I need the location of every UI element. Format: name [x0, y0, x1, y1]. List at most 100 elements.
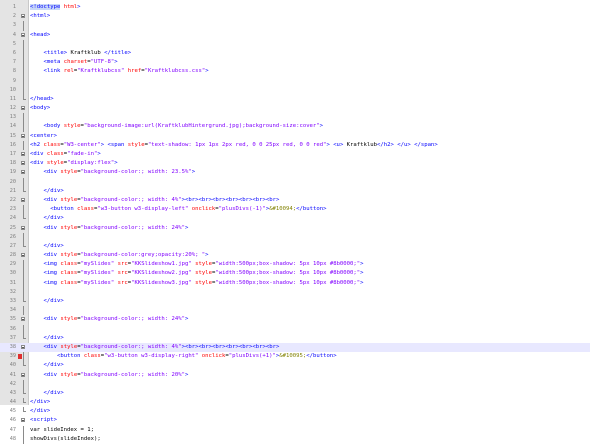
code-text[interactable]: var slideIndex = 1; [30, 426, 94, 435]
code-line[interactable]: 12 <body> [0, 104, 590, 113]
code-line[interactable]: 22 <div style="background-color:; width:… [0, 196, 590, 205]
code-text[interactable]: </div> [30, 187, 63, 196]
code-line[interactable]: 21 </div> [0, 186, 590, 196]
code-line[interactable]: 38 <div style="background-color:; width:… [0, 342, 590, 353]
code-line[interactable]: 16 <h2 class="W3-center"> <span style="te… [0, 140, 590, 150]
code-line[interactable]: 7 <meta charset="UTF-8"> [0, 58, 590, 68]
code-line[interactable]: 3 [0, 21, 590, 31]
code-text[interactable]: <!doctype html> [30, 3, 81, 12]
fold-toggle-icon[interactable] [21, 14, 25, 19]
code-text[interactable]: <div style="background-color:; width: 4%… [30, 343, 279, 352]
code-text[interactable]: <div style="background-color:grey;opacit… [30, 251, 208, 260]
code-line[interactable]: 25 <div style="background-color:; width:… [0, 224, 590, 233]
code-line[interactable]: 41 <div style="background-color:; width:… [0, 371, 590, 380]
code-editor[interactable]: 1 <!doctype html> 2 <html> 3 4 <head> 5 6 <title… [0, 0, 590, 444]
code-text[interactable]: <div style="background-color:; width: 24… [30, 224, 188, 233]
code-line[interactable]: 10 [0, 85, 590, 95]
code-text[interactable]: <div style="background-color:; width: 20… [30, 371, 188, 380]
code-line[interactable]: 36 [0, 324, 590, 334]
code-text[interactable]: <head> [30, 31, 50, 40]
code-line[interactable]: 37 </div> [0, 333, 590, 343]
code-line[interactable]: 2 <html> [0, 12, 590, 21]
code-line[interactable]: 15 <center> [0, 132, 590, 141]
code-line[interactable]: 46 <script> [0, 416, 590, 425]
fold-toggle-icon[interactable] [21, 418, 25, 423]
bookmark-marker-icon[interactable] [18, 354, 22, 360]
code-text[interactable]: <link rel="Kraftklubcss" href="Kraftklub… [30, 67, 208, 76]
code-text[interactable]: </div> [30, 398, 50, 407]
code-line[interactable]: 35 <div style="background-color:; width:… [0, 315, 590, 324]
code-text[interactable]: </div> [30, 334, 63, 343]
code-text[interactable]: <meta charset="UTF-8"> [30, 58, 117, 67]
fold-toggle-icon[interactable] [21, 106, 25, 111]
code-line[interactable]: 32 [0, 287, 590, 297]
code-text[interactable]: <body style="background-image:url(Kraftk… [30, 122, 323, 131]
code-line[interactable]: 23 <button class="w3-button w3-display-l… [0, 205, 590, 215]
code-line[interactable]: 42 [0, 379, 590, 389]
code-text[interactable]: <h2 class="W3-center"> <span style="text… [30, 141, 438, 150]
code-line[interactable]: 27 </div> [0, 241, 590, 251]
code-text[interactable]: <div class="fade-in"> [30, 150, 101, 159]
code-line[interactable]: 17 <div class="fade-in"> [0, 150, 590, 159]
code-text[interactable]: <title> Kraftklub </title> [30, 49, 131, 58]
code-text[interactable]: </div> [30, 389, 63, 398]
fold-toggle-icon[interactable] [21, 32, 25, 37]
code-text[interactable]: <body> [30, 104, 50, 113]
fold-toggle-icon[interactable] [21, 344, 25, 349]
code-text[interactable]: </head> [30, 95, 54, 104]
code-text[interactable]: <center> [30, 132, 57, 141]
code-line[interactable]: 44 </div> [0, 398, 590, 407]
code-line[interactable]: 24 </div> [0, 214, 590, 223]
code-text[interactable]: <img class="mySlides" src="KKSlideshow3.… [30, 279, 363, 288]
code-line[interactable]: 39 <button class="w3-button w3-display-r… [0, 352, 590, 362]
fold-toggle-icon[interactable] [21, 317, 25, 322]
fold-toggle-icon[interactable] [21, 197, 25, 202]
code-text[interactable]: <div style="background-color:; width: 23… [30, 168, 195, 177]
fold-toggle-icon[interactable] [21, 161, 25, 166]
code-line[interactable]: 6 <title> Kraftklub </title> [0, 48, 590, 59]
code-text[interactable]: </div> [30, 242, 63, 251]
code-line[interactable]: 28 <div style="background-color:grey;opa… [0, 251, 590, 260]
code-text[interactable]: <img class="mySlides" src="KKSlideshow2.… [30, 269, 363, 278]
code-line[interactable]: 43 </div> [0, 388, 590, 398]
fold-toggle-icon[interactable] [21, 152, 25, 156]
fold-toggle-icon[interactable] [21, 225, 25, 230]
code-line[interactable]: 1 <!doctype html> [0, 3, 590, 12]
code-text[interactable]: <div style="background-color:; width: 24… [30, 315, 188, 324]
code-line[interactable]: 29 <img class="mySlides" src="KKSlidesho… [0, 260, 590, 270]
code-line[interactable]: 11 </head> [0, 94, 590, 104]
code-text[interactable]: <button class="w3-button w3-display-righ… [30, 352, 337, 361]
code-line[interactable]: 5 [0, 39, 590, 49]
code-text[interactable]: showDivs(slideIndex); [30, 435, 101, 444]
fold-toggle-icon[interactable] [21, 253, 25, 258]
code-text[interactable]: <div style="display:flex"> [30, 159, 118, 168]
code-line[interactable]: 9 [0, 76, 590, 86]
code-line[interactable]: 18 <div style="display:flex"> [0, 159, 590, 168]
fold-toggle-icon[interactable] [21, 170, 25, 175]
code-line[interactable]: 13 [0, 113, 590, 123]
code-line[interactable]: 20 [0, 177, 590, 187]
code-line[interactable]: 47 var slideIndex = 1; [0, 425, 590, 435]
code-line[interactable]: 34 [0, 306, 590, 316]
fold-toggle-icon[interactable] [21, 133, 25, 138]
code-text[interactable]: <script> [30, 416, 57, 425]
code-line[interactable]: 33 </div> [0, 297, 590, 306]
code-line[interactable]: 30 <img class="mySlides" src="KKSlidesho… [0, 269, 590, 279]
code-line[interactable]: 26 [0, 232, 590, 242]
fold-toggle-icon[interactable] [21, 372, 25, 377]
code-lines[interactable]: 1 <!doctype html> 2 <html> 3 4 <head> 5 6 <title… [0, 3, 590, 444]
code-line[interactable]: 48 showDivs(slideIndex); [0, 434, 590, 444]
code-line[interactable]: 4 <head> [0, 31, 590, 40]
code-text[interactable]: <html> [30, 12, 50, 21]
code-text[interactable]: <button class="w3-button w3-display-left… [30, 205, 326, 214]
code-text[interactable]: <div style="background-color:; width: 4%… [30, 196, 279, 205]
code-line[interactable]: 8 <link rel="Kraftklubcss" href="Kraftkl… [0, 67, 590, 77]
code-text[interactable]: </div> [30, 297, 63, 306]
code-text[interactable]: </div> [30, 407, 50, 416]
code-line[interactable]: 14 <body style="background-image:url(Kra… [0, 122, 590, 132]
code-text[interactable]: </div> [30, 214, 63, 223]
code-text[interactable]: </div> [30, 361, 63, 370]
code-text[interactable]: <img class="mySlides" src="KKSlideshow1.… [30, 260, 363, 269]
code-line[interactable]: 19 <div style="background-color:; width:… [0, 168, 590, 177]
code-line[interactable]: 45 </div> [0, 407, 590, 416]
